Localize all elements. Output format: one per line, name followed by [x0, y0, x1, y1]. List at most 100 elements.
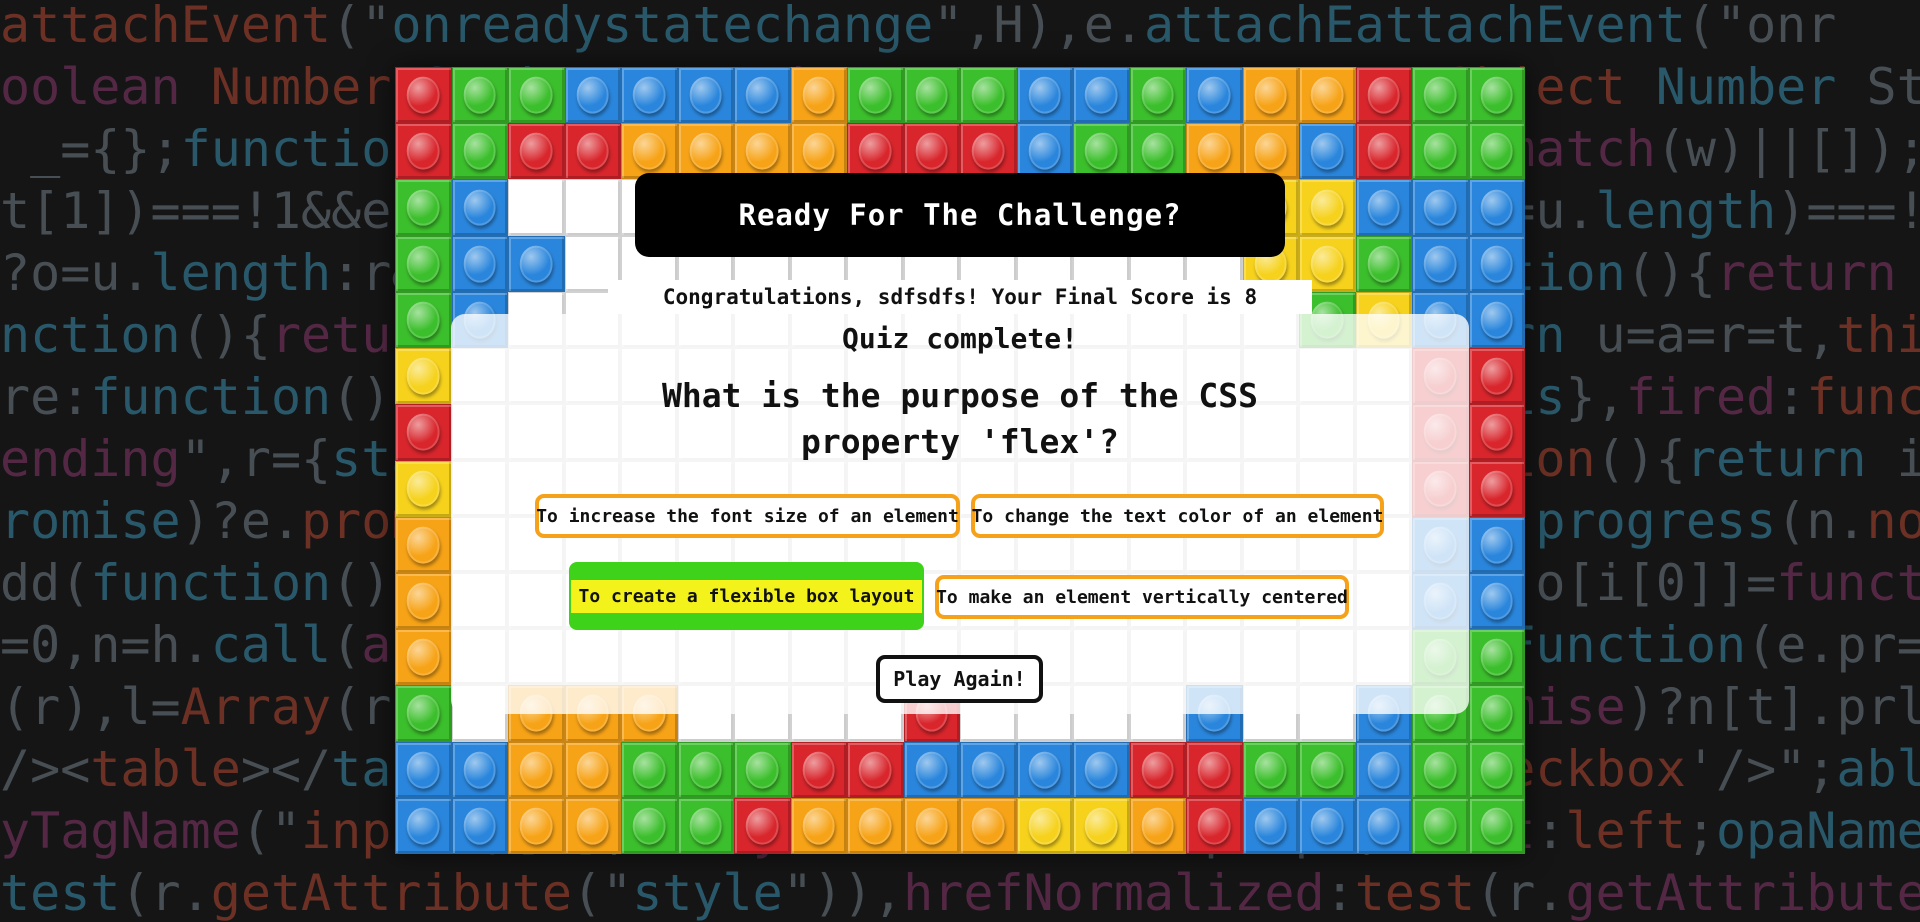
- lego-brick: [564, 123, 621, 180]
- lego-brick: [1412, 235, 1469, 292]
- lego-brick: [1468, 685, 1525, 742]
- lego-brick: [1355, 235, 1412, 292]
- lego-brick: [1242, 741, 1299, 798]
- lego-brick: [395, 516, 452, 573]
- lego-brick: [508, 67, 565, 124]
- lego-brick: [1468, 179, 1525, 236]
- code-line: attachEvent("onreadystatechange",H),e.at…: [0, 0, 1837, 54]
- lego-brick: [1016, 797, 1073, 854]
- lego-brick: [960, 67, 1017, 124]
- lego-brick: [1355, 741, 1412, 798]
- lego-brick: [1242, 67, 1299, 124]
- lego-brick: [395, 67, 452, 124]
- lego-brick: [1129, 797, 1186, 854]
- lego-brick: [451, 741, 508, 798]
- lego-brick: [1299, 797, 1356, 854]
- lego-brick: [508, 123, 565, 180]
- lego-brick: [451, 179, 508, 236]
- lego-brick: [395, 572, 452, 630]
- lego-brick: [395, 460, 452, 517]
- lego-brick: [395, 179, 452, 236]
- lego-brick: [1412, 67, 1469, 124]
- board-blank-cell: [508, 179, 565, 236]
- lego-brick: [790, 797, 847, 854]
- score-message: Congratulations, sdfsdfs! Your Final Sco…: [608, 280, 1312, 314]
- lego-brick: [734, 741, 791, 798]
- lego-brick: [621, 67, 678, 124]
- answer-option-4[interactable]: To make an element vertically centered: [935, 575, 1349, 619]
- lego-brick: [734, 797, 791, 854]
- lego-brick: [903, 123, 960, 180]
- lego-brick: [1299, 123, 1356, 180]
- lego-brick: [903, 67, 960, 124]
- lego-brick: [395, 235, 452, 292]
- lego-brick: [1129, 123, 1186, 180]
- lego-brick: [508, 741, 565, 798]
- lego-brick: [1412, 741, 1469, 798]
- lego-brick: [1186, 67, 1243, 124]
- lego-brick: [1412, 179, 1469, 236]
- lego-brick: [1299, 741, 1356, 798]
- lego-brick: [1299, 179, 1356, 236]
- lego-brick: [1412, 797, 1469, 854]
- dialog-title: Ready For The Challenge?: [635, 173, 1285, 257]
- lego-brick: [621, 741, 678, 798]
- answer-option-1[interactable]: To increase the font size of an element: [535, 494, 960, 538]
- lego-brick: [960, 741, 1017, 798]
- lego-brick: [1186, 797, 1243, 854]
- lego-brick: [790, 67, 847, 124]
- play-again-button[interactable]: Play Again!: [876, 655, 1043, 703]
- lego-brick: [1355, 123, 1412, 180]
- lego-brick: [1468, 123, 1525, 180]
- lego-brick: [564, 797, 621, 854]
- lego-brick: [395, 404, 452, 461]
- lego-brick: [1412, 123, 1469, 180]
- lego-brick: [677, 123, 734, 180]
- lego-brick: [564, 67, 621, 124]
- lego-brick: [451, 797, 508, 854]
- lego-brick: [1073, 67, 1130, 124]
- lego-brick: [395, 797, 452, 854]
- lego-brick: [734, 123, 791, 180]
- lego-brick: [903, 797, 960, 854]
- lego-brick: [734, 67, 791, 124]
- lego-brick: [451, 235, 508, 292]
- lego-brick: [1242, 797, 1299, 854]
- lego-brick: [395, 629, 452, 686]
- lego-brick: [1468, 235, 1525, 292]
- lego-brick: [1129, 741, 1186, 798]
- lego-brick: [451, 67, 508, 124]
- lego-brick: [1299, 67, 1356, 124]
- lego-brick: [903, 741, 960, 798]
- lego-brick: [508, 797, 565, 854]
- lego-brick: [1468, 797, 1525, 854]
- lego-brick: [621, 797, 678, 854]
- lego-brick: [395, 348, 452, 405]
- lego-brick: [1073, 741, 1130, 798]
- lego-brick: [847, 741, 904, 798]
- lego-brick: [1468, 629, 1525, 686]
- answer-option-2[interactable]: To change the text color of an element: [971, 494, 1384, 538]
- lego-brick: [621, 123, 678, 180]
- quiz-status: Quiz complete!: [841, 322, 1078, 355]
- lego-brick: [1355, 797, 1412, 854]
- lego-brick: [1186, 123, 1243, 180]
- lego-brick: [1016, 67, 1073, 124]
- lego-brick: [395, 741, 452, 798]
- answer-option-3-label: To create a flexible box layout: [570, 579, 923, 613]
- lego-brick: [1468, 404, 1525, 461]
- lego-brick: [1355, 179, 1412, 236]
- lego-brick: [451, 123, 508, 180]
- lego-brick: [395, 685, 452, 742]
- lego-brick: [790, 741, 847, 798]
- lego-brick: [1468, 741, 1525, 798]
- answer-option-3-selected[interactable]: To create a flexible box layout: [569, 562, 924, 630]
- lego-brick: [677, 67, 734, 124]
- lego-brick: [1468, 460, 1525, 517]
- lego-brick: [1016, 741, 1073, 798]
- lego-brick: [677, 741, 734, 798]
- lego-brick: [847, 797, 904, 854]
- lego-brick: [1242, 123, 1299, 180]
- question-text: What is the purpose of the CSS property …: [661, 376, 1259, 461]
- lego-brick: [508, 235, 565, 292]
